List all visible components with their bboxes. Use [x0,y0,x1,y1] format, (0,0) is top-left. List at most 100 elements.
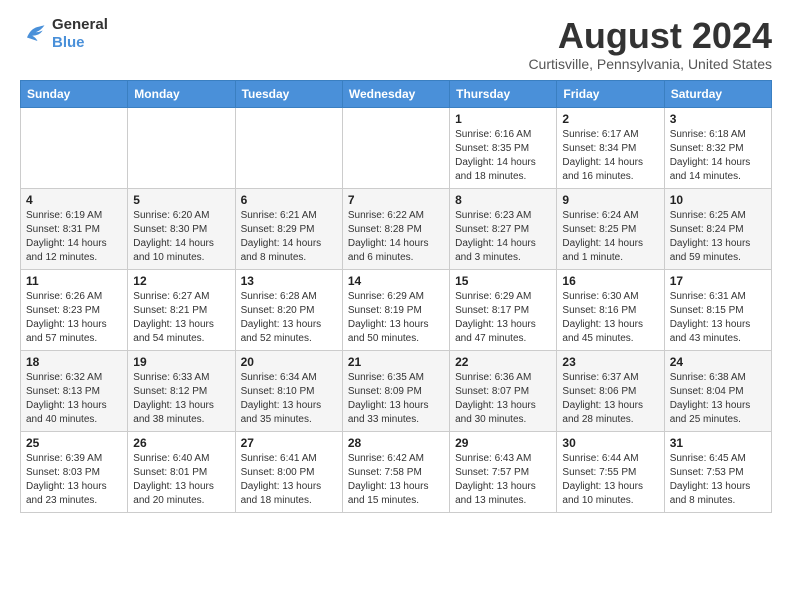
day-cell: 19 Sunrise: 6:33 AM Sunset: 8:12 PM Dayli… [128,350,235,431]
day-number: 16 [562,274,658,288]
day-number: 17 [670,274,766,288]
day-info: Sunrise: 6:27 AM Sunset: 8:21 PM Dayligh… [133,290,229,346]
day-number: 29 [455,436,551,450]
day-cell: 24 Sunrise: 6:38 AM Sunset: 8:04 PM Dayli… [664,350,771,431]
week-row-3: 11 Sunrise: 6:26 AM Sunset: 8:23 PM Dayli… [21,269,772,350]
day-info: Sunrise: 6:16 AM Sunset: 8:35 PM Dayligh… [455,128,551,184]
logo-icon [20,20,48,48]
day-info: Sunrise: 6:40 AM Sunset: 8:01 PM Dayligh… [133,452,229,508]
day-number: 2 [562,112,658,126]
day-number: 27 [241,436,337,450]
day-info: Sunrise: 6:44 AM Sunset: 7:55 PM Dayligh… [562,452,658,508]
day-cell: 3Sunrise: 6:18 AM Sunset: 8:32 PM Daylig… [664,107,771,188]
day-cell: 9 Sunrise: 6:24 AM Sunset: 8:25 PM Daylig… [557,188,664,269]
calendar-header-row: SundayMondayTuesdayWednesdayThursdayFrid… [21,80,772,107]
day-number: 21 [348,355,444,369]
day-cell: 26 Sunrise: 6:40 AM Sunset: 8:01 PM Dayli… [128,431,235,512]
page-header: General Blue August 2024 Curtisville, Pe… [20,16,772,72]
week-row-1: 1 Sunrise: 6:16 AM Sunset: 8:35 PM Daylig… [21,107,772,188]
day-number: 23 [562,355,658,369]
day-number: 30 [562,436,658,450]
logo-text: General Blue [52,16,108,52]
day-number: 9 [562,193,658,207]
day-number: 8 [455,193,551,207]
day-cell: 29Sunrise: 6:43 AM Sunset: 7:57 PM Dayli… [450,431,557,512]
day-cell: 6Sunrise: 6:21 AM Sunset: 8:29 PM Daylig… [235,188,342,269]
day-info: Sunrise: 6:20 AM Sunset: 8:30 PM Dayligh… [133,209,229,265]
day-number: 26 [133,436,229,450]
day-number: 4 [26,193,122,207]
day-cell: 1 Sunrise: 6:16 AM Sunset: 8:35 PM Daylig… [450,107,557,188]
calendar-table: SundayMondayTuesdayWednesdayThursdayFrid… [20,80,772,513]
day-info: Sunrise: 6:26 AM Sunset: 8:23 PM Dayligh… [26,290,122,346]
day-info: Sunrise: 6:45 AM Sunset: 7:53 PM Dayligh… [670,452,766,508]
day-cell: 16 Sunrise: 6:30 AM Sunset: 8:16 PM Dayli… [557,269,664,350]
day-number: 15 [455,274,551,288]
day-cell: 21 Sunrise: 6:35 AM Sunset: 8:09 PM Dayli… [342,350,449,431]
day-info: Sunrise: 6:24 AM Sunset: 8:25 PM Dayligh… [562,209,658,265]
day-number: 18 [26,355,122,369]
day-number: 12 [133,274,229,288]
day-info: Sunrise: 6:33 AM Sunset: 8:12 PM Dayligh… [133,371,229,427]
day-number: 13 [241,274,337,288]
day-number: 11 [26,274,122,288]
day-cell: 12 Sunrise: 6:27 AM Sunset: 8:21 PM Dayli… [128,269,235,350]
header-sunday: Sunday [21,80,128,107]
day-cell [342,107,449,188]
day-number: 10 [670,193,766,207]
day-number: 22 [455,355,551,369]
day-cell: 15 Sunrise: 6:29 AM Sunset: 8:17 PM Dayli… [450,269,557,350]
day-number: 20 [241,355,337,369]
day-cell: 23 Sunrise: 6:37 AM Sunset: 8:06 PM Dayli… [557,350,664,431]
day-info: Sunrise: 6:38 AM Sunset: 8:04 PM Dayligh… [670,371,766,427]
day-info: Sunrise: 6:23 AM Sunset: 8:27 PM Dayligh… [455,209,551,265]
day-number: 3 [670,112,766,126]
day-number: 31 [670,436,766,450]
day-info: Sunrise: 6:36 AM Sunset: 8:07 PM Dayligh… [455,371,551,427]
day-info: Sunrise: 6:25 AM Sunset: 8:24 PM Dayligh… [670,209,766,265]
day-info: Sunrise: 6:34 AM Sunset: 8:10 PM Dayligh… [241,371,337,427]
day-number: 7 [348,193,444,207]
day-cell: 20 Sunrise: 6:34 AM Sunset: 8:10 PM Dayli… [235,350,342,431]
day-info: Sunrise: 6:19 AM Sunset: 8:31 PM Dayligh… [26,209,122,265]
day-cell: 5Sunrise: 6:20 AM Sunset: 8:30 PM Daylig… [128,188,235,269]
day-info: Sunrise: 6:31 AM Sunset: 8:15 PM Dayligh… [670,290,766,346]
calendar-body: 1 Sunrise: 6:16 AM Sunset: 8:35 PM Daylig… [21,107,772,512]
day-cell: 25Sunrise: 6:39 AM Sunset: 8:03 PM Dayli… [21,431,128,512]
day-info: Sunrise: 6:22 AM Sunset: 8:28 PM Dayligh… [348,209,444,265]
day-cell: 27 Sunrise: 6:41 AM Sunset: 8:00 PM Dayli… [235,431,342,512]
day-info: Sunrise: 6:21 AM Sunset: 8:29 PM Dayligh… [241,209,337,265]
day-cell: 17 Sunrise: 6:31 AM Sunset: 8:15 PM Dayli… [664,269,771,350]
logo: General Blue [20,16,108,52]
day-cell: 31 Sunrise: 6:45 AM Sunset: 7:53 PM Dayli… [664,431,771,512]
day-cell: 18 Sunrise: 6:32 AM Sunset: 8:13 PM Dayli… [21,350,128,431]
day-info: Sunrise: 6:37 AM Sunset: 8:06 PM Dayligh… [562,371,658,427]
day-number: 25 [26,436,122,450]
day-info: Sunrise: 6:32 AM Sunset: 8:13 PM Dayligh… [26,371,122,427]
day-cell [128,107,235,188]
day-number: 1 [455,112,551,126]
header-wednesday: Wednesday [342,80,449,107]
header-tuesday: Tuesday [235,80,342,107]
day-info: Sunrise: 6:41 AM Sunset: 8:00 PM Dayligh… [241,452,337,508]
header-thursday: Thursday [450,80,557,107]
day-number: 28 [348,436,444,450]
day-number: 19 [133,355,229,369]
day-info: Sunrise: 6:30 AM Sunset: 8:16 PM Dayligh… [562,290,658,346]
day-info: Sunrise: 6:35 AM Sunset: 8:09 PM Dayligh… [348,371,444,427]
day-cell: 4 Sunrise: 6:19 AM Sunset: 8:31 PM Daylig… [21,188,128,269]
location-subtitle: Curtisville, Pennsylvania, United States [528,56,772,72]
day-cell [235,107,342,188]
day-info: Sunrise: 6:29 AM Sunset: 8:19 PM Dayligh… [348,290,444,346]
day-info: Sunrise: 6:17 AM Sunset: 8:34 PM Dayligh… [562,128,658,184]
day-cell: 7 Sunrise: 6:22 AM Sunset: 8:28 PM Daylig… [342,188,449,269]
day-number: 24 [670,355,766,369]
day-cell: 10 Sunrise: 6:25 AM Sunset: 8:24 PM Dayli… [664,188,771,269]
day-cell [21,107,128,188]
day-cell: 2 Sunrise: 6:17 AM Sunset: 8:34 PM Daylig… [557,107,664,188]
week-row-4: 18 Sunrise: 6:32 AM Sunset: 8:13 PM Dayli… [21,350,772,431]
day-info: Sunrise: 6:29 AM Sunset: 8:17 PM Dayligh… [455,290,551,346]
day-cell: 11 Sunrise: 6:26 AM Sunset: 8:23 PM Dayli… [21,269,128,350]
day-info: Sunrise: 6:42 AM Sunset: 7:58 PM Dayligh… [348,452,444,508]
day-number: 14 [348,274,444,288]
